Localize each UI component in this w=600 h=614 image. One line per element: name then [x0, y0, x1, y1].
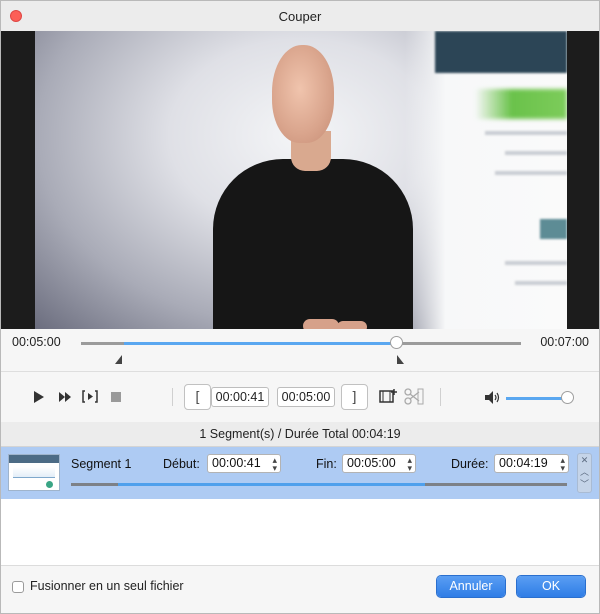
duration-label: Durée:: [451, 457, 489, 471]
screen-header: [435, 31, 567, 73]
end-time-field[interactable]: 00:05:00: [277, 387, 335, 407]
segment-row-controls: ✕ ︿ ﹀: [577, 453, 592, 493]
segment-duration-stepper[interactable]: 00:04:19 ▴ ▾: [494, 454, 569, 473]
add-segment-icon[interactable]: [379, 388, 398, 405]
screen-line: [485, 131, 567, 135]
move-up-icon[interactable]: ︿: [578, 466, 591, 478]
segments-summary: 1 Segment(s) / Durée Total 00:04:19: [1, 422, 599, 447]
screen-line: [505, 261, 567, 265]
thumbnail-header: [9, 455, 59, 463]
playback-toolbar: [ 00:00:41 00:05:00 ]: [1, 371, 599, 423]
screen-line: [495, 171, 567, 175]
screen-line: [505, 151, 567, 155]
dialog-footer: Fusionner en un seul fichier Annuler OK: [1, 566, 599, 613]
remove-segment-icon[interactable]: ✕: [578, 454, 591, 466]
fast-forward-icon[interactable]: [59, 392, 72, 402]
toolbar-divider: [440, 388, 441, 406]
set-end-bracket-icon[interactable]: ]: [341, 384, 368, 410]
segment-start-stepper[interactable]: 00:00:41 ▴ ▾: [207, 454, 281, 473]
presenter-hand: [303, 319, 339, 329]
volume-icon: [485, 391, 500, 404]
segment-row[interactable]: Segment 1 Début: 00:00:41 ▴ ▾ Fin: 00:05:…: [1, 447, 599, 499]
volume-slider-track[interactable]: [506, 397, 568, 400]
segment-list-area: [1, 499, 599, 566]
timeline-track[interactable]: [81, 342, 521, 345]
screen-line: [515, 281, 567, 285]
end-marker-handle[interactable]: [397, 355, 404, 364]
segment-range-track: [71, 483, 567, 486]
toolbar-divider: [172, 388, 173, 406]
segment-range-fill: [118, 483, 425, 486]
segment-name: Segment 1: [71, 457, 132, 471]
segment-duration-value: 00:04:19: [499, 456, 548, 470]
play-icon[interactable]: [34, 391, 44, 403]
thumbnail-dot: [46, 481, 53, 488]
merge-checkbox[interactable]: [12, 581, 24, 593]
play-selection-icon[interactable]: [82, 390, 98, 403]
title-bar: Couper: [1, 1, 599, 32]
segment-start-value: 00:00:41: [212, 456, 261, 470]
segment-end-value: 00:05:00: [347, 456, 396, 470]
timeline: 00:05:00 00:07:00: [1, 330, 599, 370]
start-marker-handle[interactable]: [115, 355, 122, 364]
presenter-hand: [337, 321, 367, 329]
start-time-field[interactable]: 00:00:41: [211, 387, 269, 407]
set-start-bracket-icon[interactable]: [: [184, 384, 211, 410]
presenter-body: [213, 159, 413, 329]
cut-dialog: Couper 00:05:00 00:07:00 [00:00:41 00:0…: [0, 0, 600, 614]
thumbnail-chart: [13, 467, 55, 478]
screen-highlight: [475, 89, 567, 119]
segment-thumbnail: [8, 454, 60, 491]
presenter-head: [272, 45, 334, 143]
move-down-icon[interactable]: ﹀: [578, 478, 591, 490]
cancel-button[interactable]: Annuler: [437, 576, 505, 597]
timeline-start-time: 00:05:00: [12, 335, 61, 349]
ok-button[interactable]: OK: [517, 576, 585, 597]
merge-label[interactable]: Fusionner en un seul fichier: [30, 579, 184, 593]
screen-block: [540, 219, 567, 239]
segment-end-stepper[interactable]: 00:05:00 ▴ ▾: [342, 454, 416, 473]
volume-slider-knob[interactable]: [561, 391, 574, 404]
timeline-selection: [124, 342, 398, 345]
end-label: Fin:: [316, 457, 337, 471]
stop-icon[interactable]: [111, 392, 121, 402]
stepper-arrows-icon[interactable]: ▴ ▾: [407, 455, 412, 473]
playhead-knob[interactable]: [390, 336, 403, 349]
timeline-end-time: 00:07:00: [540, 335, 589, 349]
video-frame: [35, 31, 567, 329]
window-title: Couper: [278, 9, 322, 24]
start-label: Début:: [163, 457, 200, 471]
stepper-arrows-icon[interactable]: ▴ ▾: [560, 455, 565, 473]
video-preview[interactable]: [1, 31, 599, 329]
stepper-arrows-icon[interactable]: ▴ ▾: [272, 455, 277, 473]
cut-icon[interactable]: [404, 388, 424, 406]
